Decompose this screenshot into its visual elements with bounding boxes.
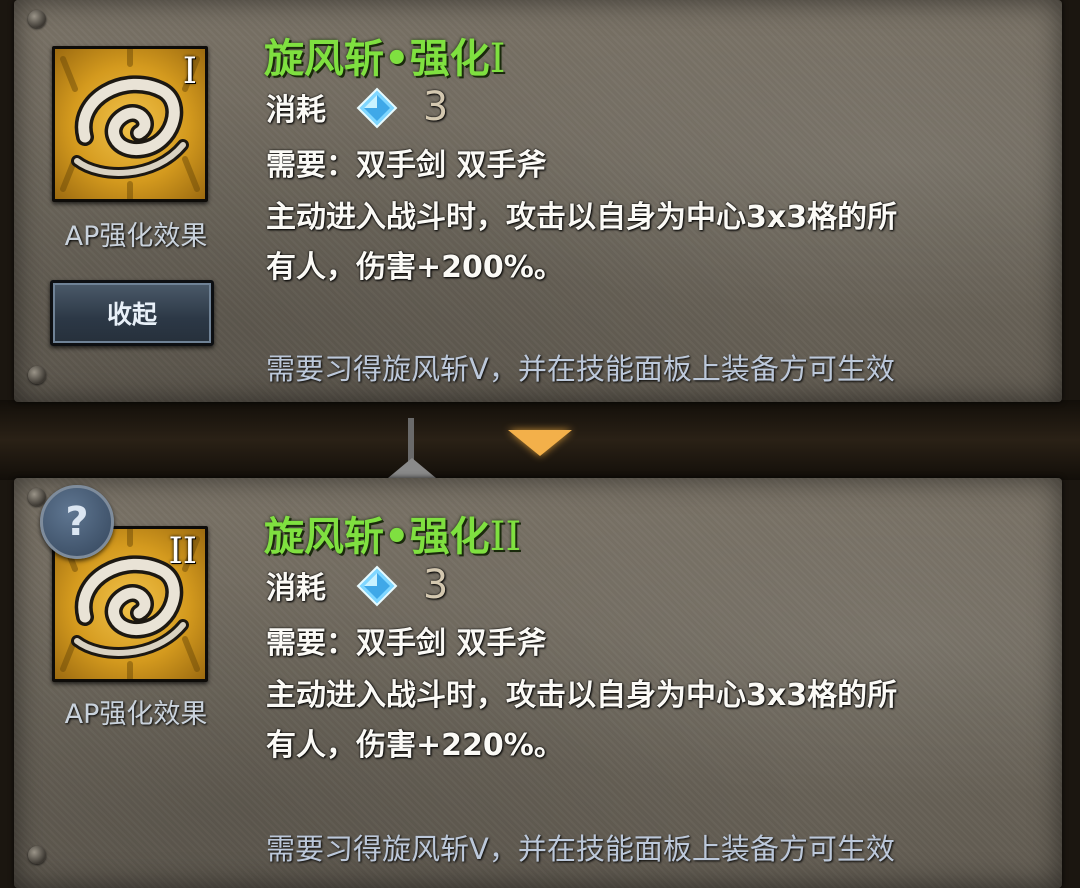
description-line-2: 有人，伤害+220%。 [266,728,564,763]
ap-enhance-label: AP强化效果 [64,221,208,252]
unlock-requirement: 需要习得旋风斩V，并在技能面板上装备方可生效 [266,832,895,866]
ap-enhance-label: AP强化效果 [64,699,208,730]
divider-cap [388,458,436,478]
skill-title-text: 旋风斩•强化 [264,36,490,82]
skill-level-numeral: II [168,531,197,572]
cost-label: 消耗 [266,93,326,128]
diamond-icon [356,87,398,137]
rivet-icon [28,846,46,864]
whirlwind-skill-icon: I [52,46,208,202]
weapon-requirement: 需要：双手剑 双手斧 [266,626,547,661]
rivet-icon [28,488,46,506]
rivet-icon [28,10,46,28]
cost-label: 消耗 [266,571,326,606]
skill-title: 旋风斩•强化I [264,26,505,84]
weapon-requirement: 需要：双手剑 双手斧 [266,148,547,183]
description-line-1: 主动进入战斗时，攻击以自身为中心3x3格的所 [266,200,898,235]
rivet-icon [28,366,46,384]
divider-line [408,418,414,462]
skill-level-numeral: I [182,51,197,92]
skill-title-numeral: II [489,514,522,560]
diamond-icon [356,565,398,615]
help-button[interactable]: ? [40,485,114,559]
cost-row: 消耗 3 [266,562,448,615]
expand-arrow-icon[interactable] [508,430,572,456]
unlock-requirement: 需要习得旋风斩V，并在技能面板上装备方可生效 [266,352,895,386]
description-line-2: 有人，伤害+200%。 [266,250,564,285]
description-line-1: 主动进入战斗时，攻击以自身为中心3x3格的所 [266,678,898,713]
skill-title-numeral: I [489,36,506,82]
cost-value: 3 [422,562,449,608]
cost-value: 3 [422,84,449,130]
collapse-button[interactable]: 收起 [50,280,214,346]
cost-row: 消耗 3 [266,84,448,137]
skill-title-text: 旋风斩•强化 [264,514,490,560]
skill-title: 旋风斩•强化II [264,504,521,562]
